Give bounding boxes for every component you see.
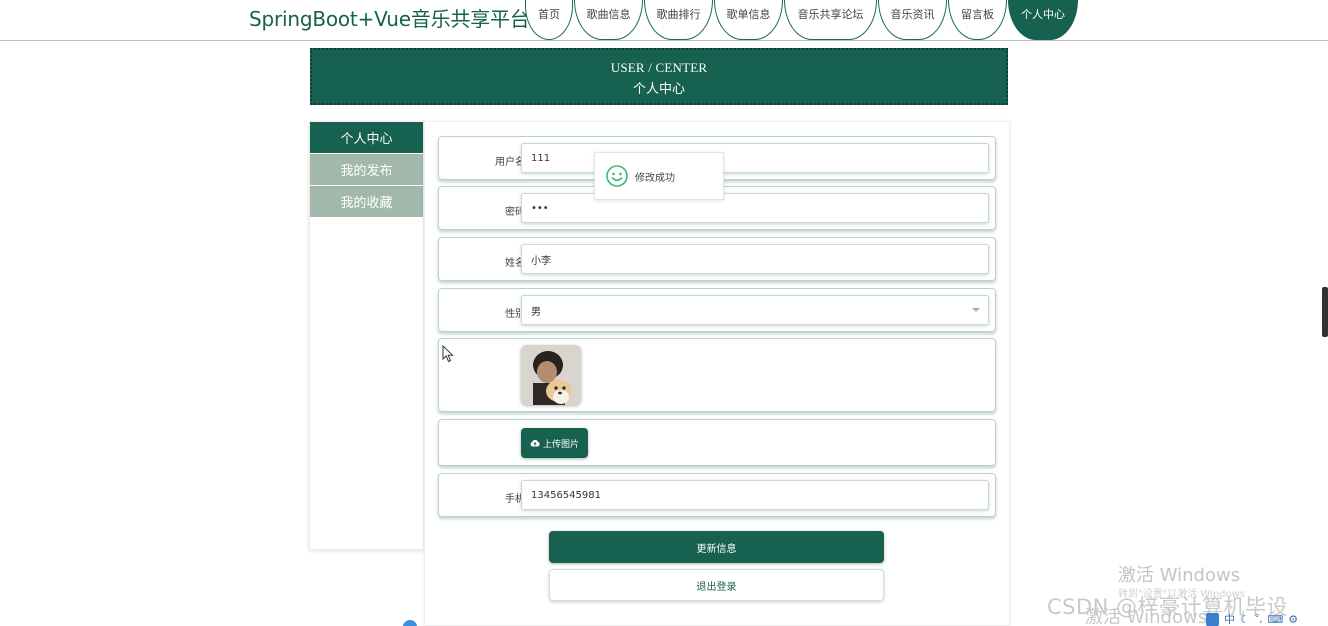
system-tray: 中 ☾ °, ⌨ ⚙ xyxy=(1206,612,1328,626)
avatar-image[interactable] xyxy=(521,345,581,405)
gender-select-value: 男 xyxy=(531,306,541,318)
banner-title-cn: 个人中心 xyxy=(632,82,685,97)
form-row-phone: 手机 13456545981 xyxy=(438,473,996,517)
form-row-name: 姓名 小李 xyxy=(438,237,996,281)
nav-tab-user-center[interactable]: 个人中心 xyxy=(1008,0,1078,40)
success-toast: 修改成功 xyxy=(594,152,724,200)
toast-message: 修改成功 xyxy=(635,172,675,184)
name-input[interactable]: 小李 xyxy=(521,244,989,274)
avatar-photo-icon xyxy=(521,345,581,405)
sidebar-menu: 个人中心 我的发布 我的收藏 xyxy=(309,121,424,550)
smile-icon xyxy=(606,165,628,187)
nav-tab-song-ranking[interactable]: 歌曲排行 xyxy=(644,0,713,40)
form-row-avatar xyxy=(438,338,996,412)
mouse-cursor-icon xyxy=(442,345,454,363)
tray-app-icon[interactable] xyxy=(1206,612,1219,626)
nav-tab-message-board[interactable]: 留言板 xyxy=(948,0,1007,40)
top-navigation-bar: SpringBoot+Vue音乐共享平台 首页 歌曲信息 歌曲排行 歌单信息 音… xyxy=(0,0,1328,41)
sidebar-item-my-posts[interactable]: 我的发布 xyxy=(310,154,423,185)
page-banner: USER / CENTER 个人中心 xyxy=(310,48,1008,105)
upload-image-label: 上传图片 xyxy=(542,439,579,450)
form-row-upload: 上传图片 xyxy=(438,419,996,466)
username-input[interactable]: 111 xyxy=(521,143,989,173)
keyboard-icon[interactable]: ⌨ xyxy=(1267,613,1283,626)
nav-tab-forum[interactable]: 音乐共享论坛 xyxy=(784,0,877,40)
logout-button[interactable]: 退出登录 xyxy=(549,569,884,601)
cloud-upload-icon xyxy=(530,439,540,447)
site-title[interactable]: SpringBoot+Vue音乐共享平台 xyxy=(249,3,530,32)
password-input[interactable]: ••• xyxy=(521,193,989,223)
nav-tab-songs[interactable]: 歌曲信息 xyxy=(574,0,643,40)
punctuation-icon[interactable]: °, xyxy=(1255,613,1262,625)
banner-title-en: USER / CENTER xyxy=(610,60,708,75)
windows-activation-title: 激活 Windows xyxy=(1118,565,1241,586)
nav-tab-playlists[interactable]: 歌单信息 xyxy=(714,0,783,40)
gender-select[interactable]: 男 xyxy=(521,295,989,325)
moon-icon[interactable]: ☾ xyxy=(1240,613,1250,626)
floating-assistant-icon[interactable] xyxy=(403,620,417,626)
sidebar-item-my-favorites[interactable]: 我的收藏 xyxy=(310,186,423,217)
form-row-gender: 性别 男 xyxy=(438,288,996,332)
nav-tab-home[interactable]: 首页 xyxy=(525,0,573,40)
nav-tab-music-news[interactable]: 音乐资讯 xyxy=(878,0,947,40)
sidebar-item-user-center[interactable]: 个人中心 xyxy=(310,122,423,153)
chevron-down-icon xyxy=(972,308,980,312)
ime-indicator[interactable]: 中 xyxy=(1224,611,1235,626)
update-info-button[interactable]: 更新信息 xyxy=(549,531,884,563)
settings-icon[interactable]: ⚙ xyxy=(1288,613,1298,626)
phone-input[interactable]: 13456545981 xyxy=(521,480,989,510)
scrollbar-handle[interactable] xyxy=(1322,287,1328,337)
upload-image-button[interactable]: 上传图片 xyxy=(521,428,588,458)
